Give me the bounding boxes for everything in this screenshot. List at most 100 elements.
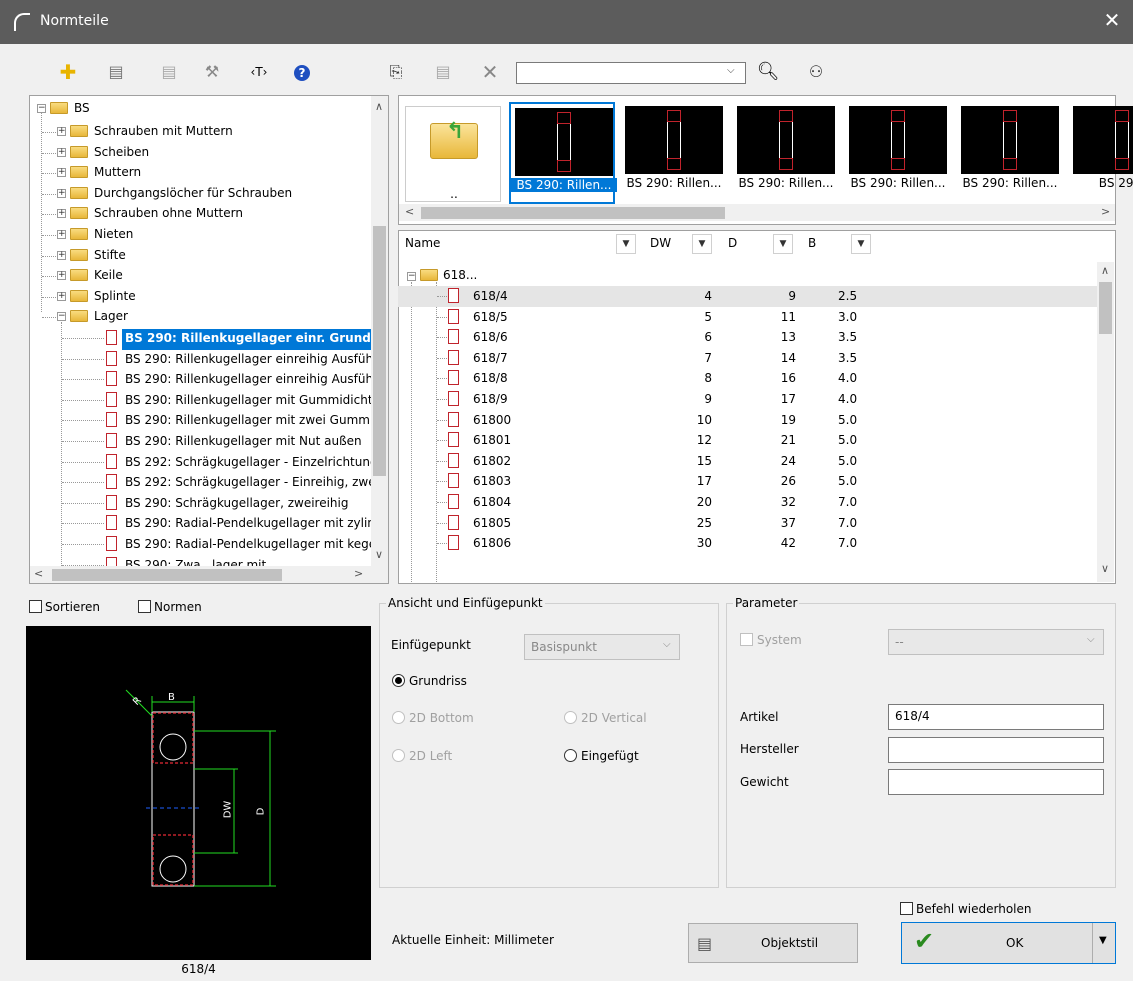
tree-item-lager[interactable]: BS 290: Rillenkugellager einreihig Ausfü…	[122, 370, 381, 391]
scroll-down-icon[interactable]: ∨	[1101, 562, 1109, 575]
part-thumbnail[interactable]: BS 290: Rillen...	[845, 102, 951, 204]
column-header-dw[interactable]: DW	[650, 236, 671, 250]
copy-icon[interactable]: ⎘	[384, 60, 408, 84]
document-icon[interactable]: ▤	[157, 60, 181, 84]
gewicht-input[interactable]	[888, 769, 1104, 795]
scroll-left-icon[interactable]: <	[34, 567, 43, 580]
collapse-icon[interactable]: −	[57, 312, 66, 322]
table-row[interactable]: 61801 12 21 5.0	[398, 430, 1098, 451]
collapse-icon[interactable]: −	[407, 272, 416, 281]
part-thumbnail[interactable]: BS 290: Rillen...	[621, 102, 727, 204]
table-row[interactable]: 61805 25 37 7.0	[398, 513, 1098, 534]
table-row[interactable]: 618/9 9 17 4.0	[398, 389, 1098, 410]
column-header-name[interactable]: Name	[405, 236, 440, 250]
normen-checkbox[interactable]	[138, 600, 151, 613]
search-icon[interactable]: 🔍︎	[756, 60, 780, 84]
tree-item[interactable]: Nieten	[94, 227, 133, 248]
hersteller-input[interactable]	[888, 737, 1104, 763]
scroll-down-icon[interactable]: ∨	[375, 548, 383, 561]
expand-icon[interactable]: +	[57, 291, 66, 301]
2d-bottom-radio[interactable]	[392, 711, 405, 724]
d-filter-dropdown[interactable]: ▼	[773, 234, 793, 254]
scroll-left-icon[interactable]: <	[405, 205, 414, 218]
table-row[interactable]: 61802 15 24 5.0	[398, 451, 1098, 472]
column-header-b[interactable]: B	[808, 236, 816, 250]
tree-item[interactable]: Stifte	[94, 248, 126, 269]
tree-item[interactable]: Splinte	[94, 289, 136, 310]
eingefuegt-radio[interactable]	[564, 749, 577, 762]
tree-item-bs[interactable]: BS	[74, 101, 90, 122]
expand-icon[interactable]: +	[57, 250, 66, 260]
binoculars-icon[interactable]: ⚇	[804, 60, 828, 84]
tree-item[interactable]: Muttern	[94, 165, 141, 186]
properties-icon[interactable]: ▤	[104, 60, 128, 84]
ok-dropdown-icon[interactable]: ▼	[1099, 935, 1107, 946]
expand-icon[interactable]: +	[57, 127, 66, 136]
table-row[interactable]: 61800 10 19 5.0	[398, 410, 1098, 431]
thumb-up-folder[interactable]: ↰ ..	[405, 106, 501, 202]
tree-item[interactable]: Lager	[94, 309, 128, 330]
scroll-right-icon[interactable]: >	[1101, 205, 1110, 218]
thumb-hscroll-thumb[interactable]	[421, 207, 725, 219]
table-row[interactable]: 618/8 8 16 4.0	[398, 368, 1098, 389]
scroll-up-icon[interactable]: ∧	[375, 100, 383, 113]
expand-icon[interactable]: +	[57, 168, 66, 178]
tree-item-lager[interactable]: BS 292: Schrägkugellager - Einreihig, zw…	[122, 473, 379, 494]
close-button[interactable]: ✕	[1100, 8, 1124, 32]
tree-scroll-thumb[interactable]	[373, 226, 386, 476]
delete-icon[interactable]: ✕	[478, 60, 502, 84]
tree-item[interactable]: Schrauben mit Muttern	[94, 124, 233, 145]
scroll-right-icon[interactable]: >	[354, 567, 363, 580]
tree-item-lager[interactable]: BS 290: Rillenkugellager einr. Grund	[122, 329, 374, 350]
tree-item[interactable]: Scheiben	[94, 145, 149, 166]
scroll-up-icon[interactable]: ∧	[1101, 264, 1109, 277]
expand-icon[interactable]: +	[57, 147, 66, 157]
search-input[interactable]: ⌵	[516, 62, 746, 84]
artikel-input[interactable]: 618/4	[888, 704, 1104, 730]
tree-item-lager[interactable]: BS 292: Schrägkugellager - Einzelrichtun…	[122, 453, 381, 474]
collapse-icon[interactable]: −	[37, 104, 46, 113]
2d-vertical-radio[interactable]	[564, 711, 577, 724]
table-row[interactable]: 61806 30 42 7.0	[398, 533, 1098, 554]
table-row[interactable]: 61804 20 32 7.0	[398, 492, 1098, 513]
system-select[interactable]: -- ⌵	[888, 629, 1104, 655]
chevron-down-icon[interactable]: ⌵	[727, 65, 735, 76]
help-icon[interactable]: ?	[290, 60, 314, 84]
part-thumbnail[interactable]: BS 290: Rillen...	[733, 102, 839, 204]
tree-item-lager[interactable]: BS 290: Radial-Pendelkugellager mit zyli…	[122, 514, 385, 535]
part-thumbnail[interactable]: BS 290: Rillen...	[509, 102, 617, 204]
dw-filter-dropdown[interactable]: ▼	[692, 234, 712, 254]
tree-scrollbar[interactable]: ∧ ∨	[371, 96, 388, 566]
table-row[interactable]: 618/7 7 14 3.5	[398, 348, 1098, 369]
table-row[interactable]: 618/6 6 13 3.5	[398, 327, 1098, 348]
thumb-hscrollbar[interactable]: < >	[399, 204, 1115, 221]
table-row[interactable]: 618/5 5 11 3.0	[398, 307, 1098, 328]
grundriss-radio[interactable]	[392, 674, 405, 687]
tools-icon[interactable]: ⚒	[200, 60, 224, 84]
name-filter-dropdown[interactable]: ▼	[616, 234, 636, 254]
expand-icon[interactable]: +	[57, 230, 66, 239]
tree-hscroll-thumb[interactable]	[52, 569, 282, 581]
table-row[interactable]: 61803 17 26 5.0	[398, 471, 1098, 492]
tree-item-lager[interactable]: BS 290: Radial-Pendelkugellager mit kege…	[122, 535, 382, 556]
part-thumbnail[interactable]: BS 290:	[1069, 102, 1133, 204]
tree-item-lager[interactable]: BS 290: Rillenkugellager mit Gummidichtu…	[122, 391, 388, 412]
table-group-label[interactable]: 618...	[443, 268, 477, 282]
expand-icon[interactable]: +	[57, 271, 66, 281]
expand-icon[interactable]: +	[57, 188, 66, 198]
part-thumbnail[interactable]: BS 290: Rillen...	[957, 102, 1063, 204]
befehl-wiederholen-checkbox[interactable]	[900, 902, 913, 915]
list-icon[interactable]: ▤	[431, 60, 455, 84]
tree-item-lager[interactable]: BS 290: Rillenkugellager mit Nut außen	[122, 432, 365, 453]
table-scroll-thumb[interactable]	[1099, 282, 1112, 334]
column-header-d[interactable]: D	[728, 236, 737, 250]
sortieren-checkbox[interactable]	[29, 600, 42, 613]
tree-item[interactable]: Keile	[94, 268, 123, 289]
table-scrollbar[interactable]: ∧ ∨	[1097, 262, 1114, 582]
tree-hscrollbar[interactable]: < >	[30, 566, 388, 583]
tree-item-lager[interactable]: BS 290: Rillenkugellager einreihig Ausfü…	[122, 350, 381, 371]
add-icon[interactable]: ✚	[56, 60, 80, 84]
system-checkbox[interactable]	[740, 633, 753, 646]
tree-item-lager[interactable]: BS 290: Schrägkugellager, zweireihig	[122, 494, 351, 515]
table-row[interactable]: 618/4 4 9 2.5	[398, 286, 1098, 307]
